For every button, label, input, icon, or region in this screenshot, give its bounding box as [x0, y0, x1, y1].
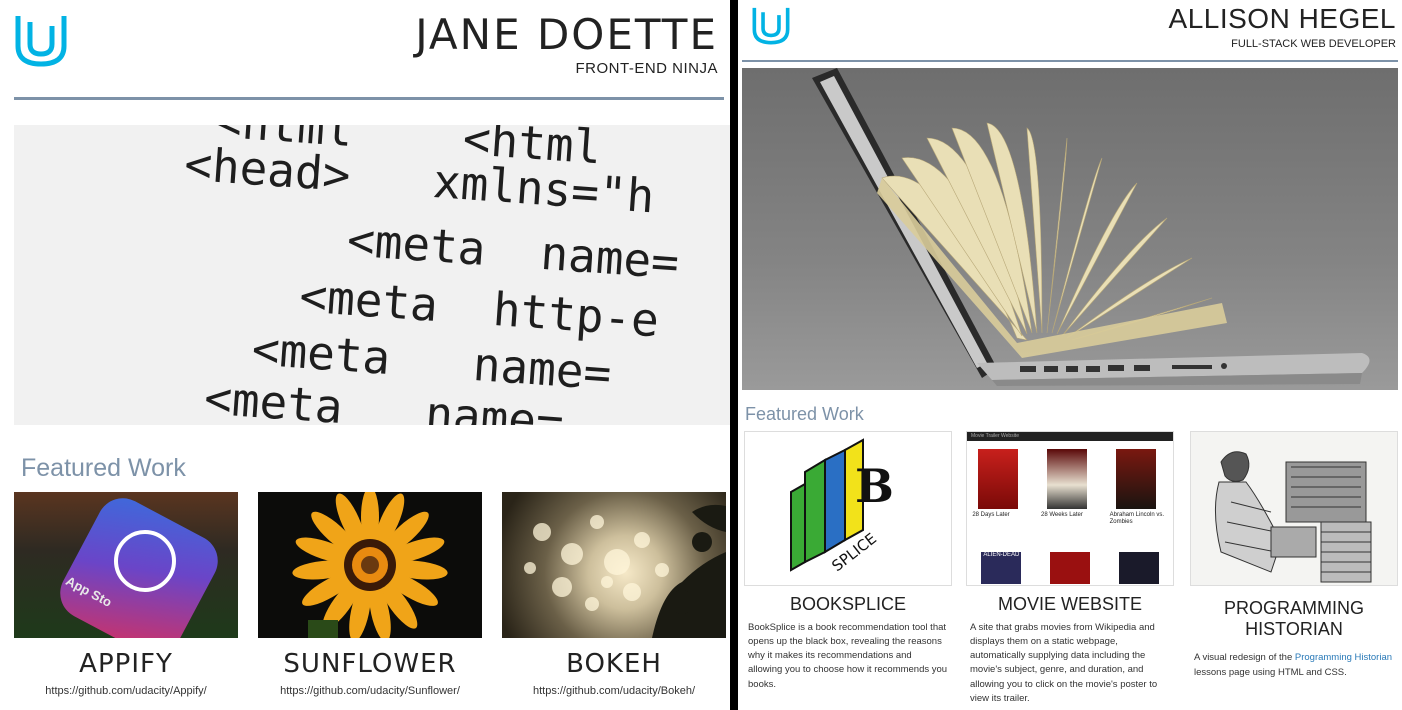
project-title: APPIFY: [79, 649, 173, 679]
project-title: BOKEH: [566, 649, 662, 679]
featured-work-heading: Featured Work: [745, 404, 864, 424]
booksplice-thumbnail[interactable]: B SPLICE: [744, 431, 952, 586]
project-card-programming-historian[interactable]: PROGRAMMING HISTORIAN A visual redesign …: [1190, 431, 1398, 680]
page-subtitle: FRONT-END NINJA: [575, 60, 718, 77]
programming-historian-thumbnail[interactable]: [1190, 431, 1398, 586]
movie-poster: [978, 449, 1019, 509]
project-description: A site that grabs movies from Wikipedia …: [970, 621, 1158, 704]
left-portfolio-page: JANE DOETTE FRONT-END NINJA <html <html …: [0, 0, 730, 710]
project-card-bokeh[interactable]: BOKEH https://github.com/udacity/Bokeh/: [502, 492, 726, 697]
programming-historian-link[interactable]: Programming Historian: [1295, 652, 1392, 663]
project-link[interactable]: https://github.com/udacity/Sunflower/: [258, 685, 482, 697]
desc-text: lessons page using HTML and CSS.: [1194, 666, 1347, 678]
project-card-appify[interactable]: App Sto APPIFY https://github.com/udacit…: [14, 492, 238, 697]
desc-text: A visual redesign of the: [1194, 652, 1295, 664]
movie-title: 28 Days Later: [972, 512, 1010, 518]
hero-image: <html <html <head> xmlns="h <meta name= …: [14, 125, 730, 425]
movie-poster: [1049, 552, 1090, 584]
page-title: JANE DOETTE: [415, 10, 718, 59]
project-title: MOVIE WEBSITE: [997, 594, 1143, 614]
project-card-sunflower[interactable]: SUNFLOWER https://github.com/udacity/Sun…: [258, 492, 482, 697]
booksplice-logo-letter: B: [855, 459, 894, 513]
project-title: PROGRAMMING HISTORIAN: [1190, 598, 1398, 639]
sunflower-thumbnail[interactable]: [258, 492, 482, 638]
project-description: A visual redesign of the Programming His…: [1190, 651, 1398, 680]
movie-poster: [1115, 449, 1156, 509]
movie-website-thumbnail[interactable]: Movie Trailer Website 28 Days Later 28 W…: [966, 431, 1174, 586]
project-link[interactable]: https://github.com/udacity/Appify/: [14, 685, 238, 697]
movie-title: 28 Weeks Later: [1040, 512, 1083, 518]
bokeh-thumbnail[interactable]: [502, 492, 726, 638]
movie-poster-label: ALIEN-DEAD: [981, 552, 1022, 584]
project-title-line: HISTORIAN: [1245, 618, 1343, 639]
udacity-logo-icon[interactable]: [12, 12, 70, 70]
project-title: BOOKSPLICE: [789, 594, 907, 614]
movie-poster: [1046, 449, 1087, 509]
appify-thumbnail[interactable]: App Sto: [14, 492, 238, 638]
header-divider: [742, 60, 1398, 62]
page-title: ALLISON HEGEL: [1168, 3, 1396, 34]
header-divider: [14, 97, 724, 100]
project-title: SUNFLOWER: [283, 649, 457, 679]
page-subtitle: FULL-STACK WEB DEVELOPER: [1231, 38, 1396, 50]
project-title-line: PROGRAMMING: [1223, 598, 1364, 618]
movie-poster: [1118, 552, 1159, 584]
udacity-logo-icon[interactable]: [750, 5, 792, 47]
project-description: BookSplice is a book recommendation tool…: [748, 621, 948, 690]
movie-thumb-header: Movie Trailer Website: [967, 432, 1173, 441]
project-card-movie-website[interactable]: Movie Trailer Website 28 Days Later 28 W…: [966, 431, 1174, 706]
hero-image: [742, 68, 1398, 390]
project-card-booksplice[interactable]: B SPLICE BOOKSPLICE BookSplice is a book…: [744, 431, 952, 692]
movie-title: Abraham Lincoln vs. Zombies: [1109, 512, 1165, 525]
featured-work-heading: Featured Work: [21, 454, 186, 482]
project-link[interactable]: https://github.com/udacity/Bokeh/: [502, 685, 726, 697]
right-portfolio-page: ALLISON HEGEL FULL-STACK WEB DEVELOPER F…: [738, 0, 1402, 710]
